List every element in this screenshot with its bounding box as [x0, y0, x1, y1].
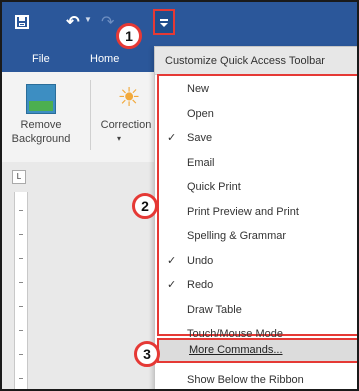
ruler-tick: [19, 210, 23, 211]
ruler-tick: [19, 354, 23, 355]
save-glyph: [15, 15, 29, 29]
checkmark-icon: ✓: [167, 279, 177, 291]
corrections-label[interactable]: Correction: [96, 118, 156, 132]
ruler-tick: [19, 306, 23, 307]
tab-file[interactable]: File: [32, 53, 50, 65]
vertical-ruler: [14, 192, 28, 389]
redo-icon: ↷: [101, 14, 115, 31]
show-below-ribbon-item[interactable]: Show Below the Ribbon: [155, 368, 357, 389]
menu-item-label: Save: [187, 132, 213, 144]
menu-item-label: Print Preview and Print: [187, 205, 299, 218]
customize-quick-access-menu: Customize Quick Access Toolbar New Open ✓ S…: [154, 46, 357, 389]
ruler-tick: [19, 282, 23, 283]
menu-item-label: New: [187, 83, 210, 95]
menu-item[interactable]: Print Preview and Print: [155, 200, 357, 224]
menu-item[interactable]: New: [155, 77, 357, 101]
show-below-ribbon-label: Show Below the Ribbon: [187, 374, 304, 386]
undo-icon[interactable]: ↶: [64, 14, 82, 32]
menu-item[interactable]: ✓ Redo: [155, 273, 357, 297]
customize-bar-icon: [160, 19, 168, 21]
ruler-tick: [19, 378, 23, 379]
ribbon-divider: [90, 80, 91, 150]
menu-header: Customize Quick Access Toolbar: [155, 47, 357, 75]
menu-item[interactable]: Draw Table: [155, 298, 357, 322]
menu-item[interactable]: Open: [155, 102, 357, 126]
menu-item-label: Open: [187, 107, 214, 120]
customize-toolbar-button[interactable]: [153, 9, 175, 35]
menu-item-label: Email: [187, 156, 215, 169]
remove-background-label[interactable]: Remove Background: [6, 118, 76, 146]
more-commands-item[interactable]: More Commands...: [157, 338, 357, 363]
customize-arrow-icon: [160, 23, 168, 27]
more-commands-label: More Commands...: [189, 344, 283, 356]
menu-item-label: Spelling & Grammar: [187, 230, 287, 242]
checkmark-icon: ✓: [167, 254, 177, 267]
remove-background-icon[interactable]: [26, 84, 56, 114]
checkmark-icon: ✓: [167, 132, 177, 144]
menu-item[interactable]: Spelling & Grammar: [155, 224, 357, 248]
ruler-tick: [19, 330, 23, 331]
menu-item-label: Redo: [187, 279, 214, 291]
tab-selector[interactable]: L: [12, 170, 26, 184]
callout-2: 2: [132, 193, 158, 219]
menu-item[interactable]: ✓ Undo: [155, 249, 357, 273]
undo-dropdown-icon[interactable]: ▼: [84, 15, 92, 24]
menu-item-label: Undo: [187, 254, 214, 267]
title-bar: ↶ ▼ ↷: [2, 2, 357, 44]
menu-item-label: Quick Print: [187, 181, 241, 193]
menu-item[interactable]: Quick Print: [155, 175, 357, 199]
callout-3: 3: [134, 341, 160, 367]
menu-item[interactable]: ✓ Save: [155, 126, 357, 150]
ruler-tick: [19, 234, 23, 235]
save-icon[interactable]: [14, 14, 32, 32]
corrections-icon[interactable]: ☀: [116, 84, 142, 110]
menu-item[interactable]: Email: [155, 151, 357, 175]
tab-home[interactable]: Home: [90, 53, 119, 65]
word-window: ↶ ▼ ↷ File Home Remove Background ☀ Corr…: [0, 0, 359, 391]
ruler-tick: [19, 258, 23, 259]
callout-1: 1: [116, 23, 142, 49]
menu-item-label: Draw Table: [187, 303, 242, 316]
corrections-dropdown-icon[interactable]: ▾: [114, 132, 124, 146]
